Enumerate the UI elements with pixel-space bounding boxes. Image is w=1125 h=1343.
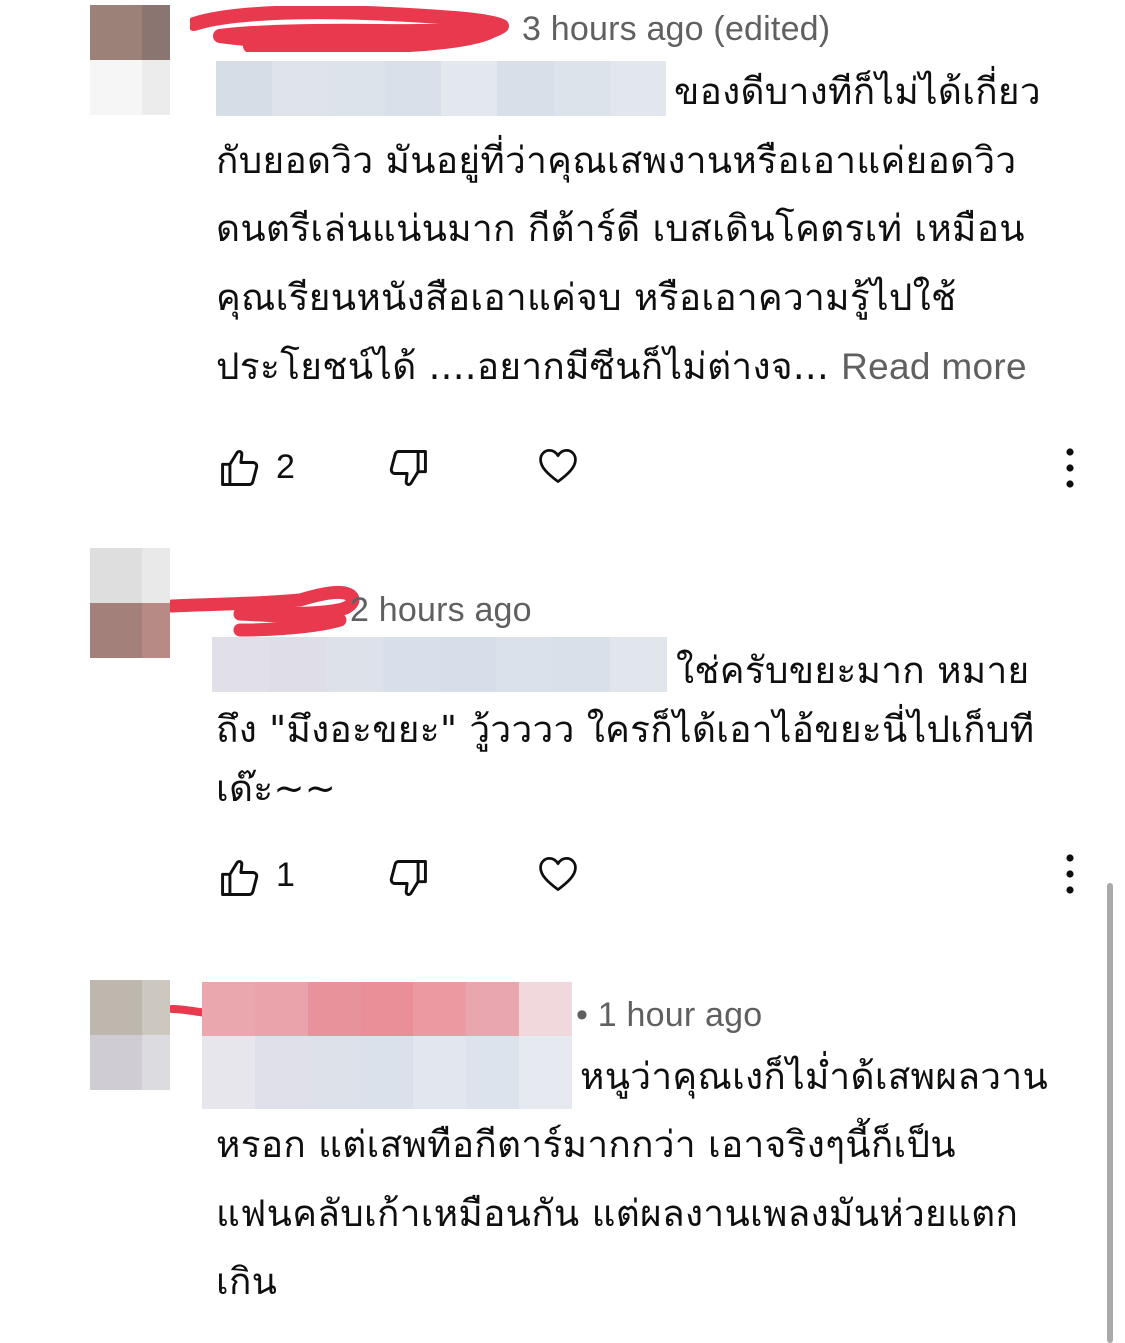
comment-text-line: ถึง "มึงอะขยะ" วู้วววว ใครก็ได้เอาไอ้ขยะ…: [216, 708, 1035, 751]
heart-icon[interactable]: [536, 852, 580, 896]
comment-text-line: เด๊ะ~~: [216, 767, 337, 810]
avatar[interactable]: [90, 980, 170, 1090]
comment-2: 2 hours ago ใช่ครับขยะมาก หมาย ถึง "มึงอ…: [0, 540, 1125, 920]
thumbs-up-icon[interactable]: [218, 446, 262, 490]
comment-text-line: ดนตรีเล่นแน่นมาก กีต้าร์ดี เบสเดินโคตรเท…: [216, 207, 1025, 250]
thumbs-down-icon[interactable]: [386, 446, 430, 490]
redacted-mention: [216, 61, 666, 116]
redacted-username: [170, 585, 360, 637]
comment-text-line: แฟนคลับเก้าเหมือนกัน แต่ผลงานเพลงมันห่วย…: [216, 1192, 1019, 1235]
comment-timestamp: 2 hours ago: [350, 591, 532, 629]
redacted-mention: [202, 1036, 572, 1109]
comment-text-line: คุณเรียนหนังสือเอาแค่จบ หรือเอาความรู้ไป…: [216, 276, 957, 319]
comment-text-truncated: ประโยชน์ได้ ....อยากมีซีนก็ไม่ต่างจ...: [216, 345, 830, 388]
thumbs-down-icon[interactable]: [386, 856, 430, 900]
comment-actions: 1: [0, 850, 1125, 910]
read-more-link[interactable]: Read more: [841, 346, 1027, 387]
comment-text-line: หรอก แต่เสพทือกีตาร์มากกว่า เอาจริงๆนี้ก…: [216, 1123, 956, 1166]
like-count: 2: [276, 448, 295, 486]
heart-icon[interactable]: [536, 444, 580, 488]
thumbs-up-icon[interactable]: [218, 856, 262, 900]
comment-timestamp: 3 hours ago (edited): [522, 10, 831, 48]
redacted-username: [202, 982, 572, 1037]
comment-1: 3 hours ago (edited) ของดีบางทีก็ไม่ได้เ…: [0, 0, 1125, 520]
more-vert-icon[interactable]: [1064, 446, 1076, 490]
comment-timestamp: • 1 hour ago: [576, 996, 763, 1034]
comment-text-line: เกิน: [216, 1260, 278, 1303]
scrollbar[interactable]: [1107, 883, 1113, 1343]
comment-text-line: หนูว่าคุณเงก็ไม่ำด้เสพผลวาน: [580, 1055, 1049, 1098]
redacted-mention: [212, 637, 667, 692]
comment-actions: 2: [0, 440, 1125, 500]
avatar[interactable]: [90, 548, 170, 658]
avatar[interactable]: [90, 5, 170, 115]
comment-text-line: ใช่ครับขยะมาก หมาย: [676, 649, 1030, 692]
comment-text-line: ประโยชน์ได้ ....อยากมีซีนก็ไม่ต่างจ... R…: [216, 348, 1027, 385]
more-vert-icon[interactable]: [1064, 852, 1076, 896]
comment-3: • 1 hour ago หนูว่าคุณเงก็ไม่ำด้เสพผลวาน…: [0, 925, 1125, 1340]
comment-text-line: กับยอดวิว มันอยู่ที่ว่าคุณเสพงานหรือเอาแ…: [216, 139, 1017, 182]
comment-text-line: ของดีบางทีก็ไม่ได้เกี่ยว: [674, 70, 1041, 113]
like-count: 1: [276, 856, 295, 894]
redacted-username: [190, 6, 509, 52]
